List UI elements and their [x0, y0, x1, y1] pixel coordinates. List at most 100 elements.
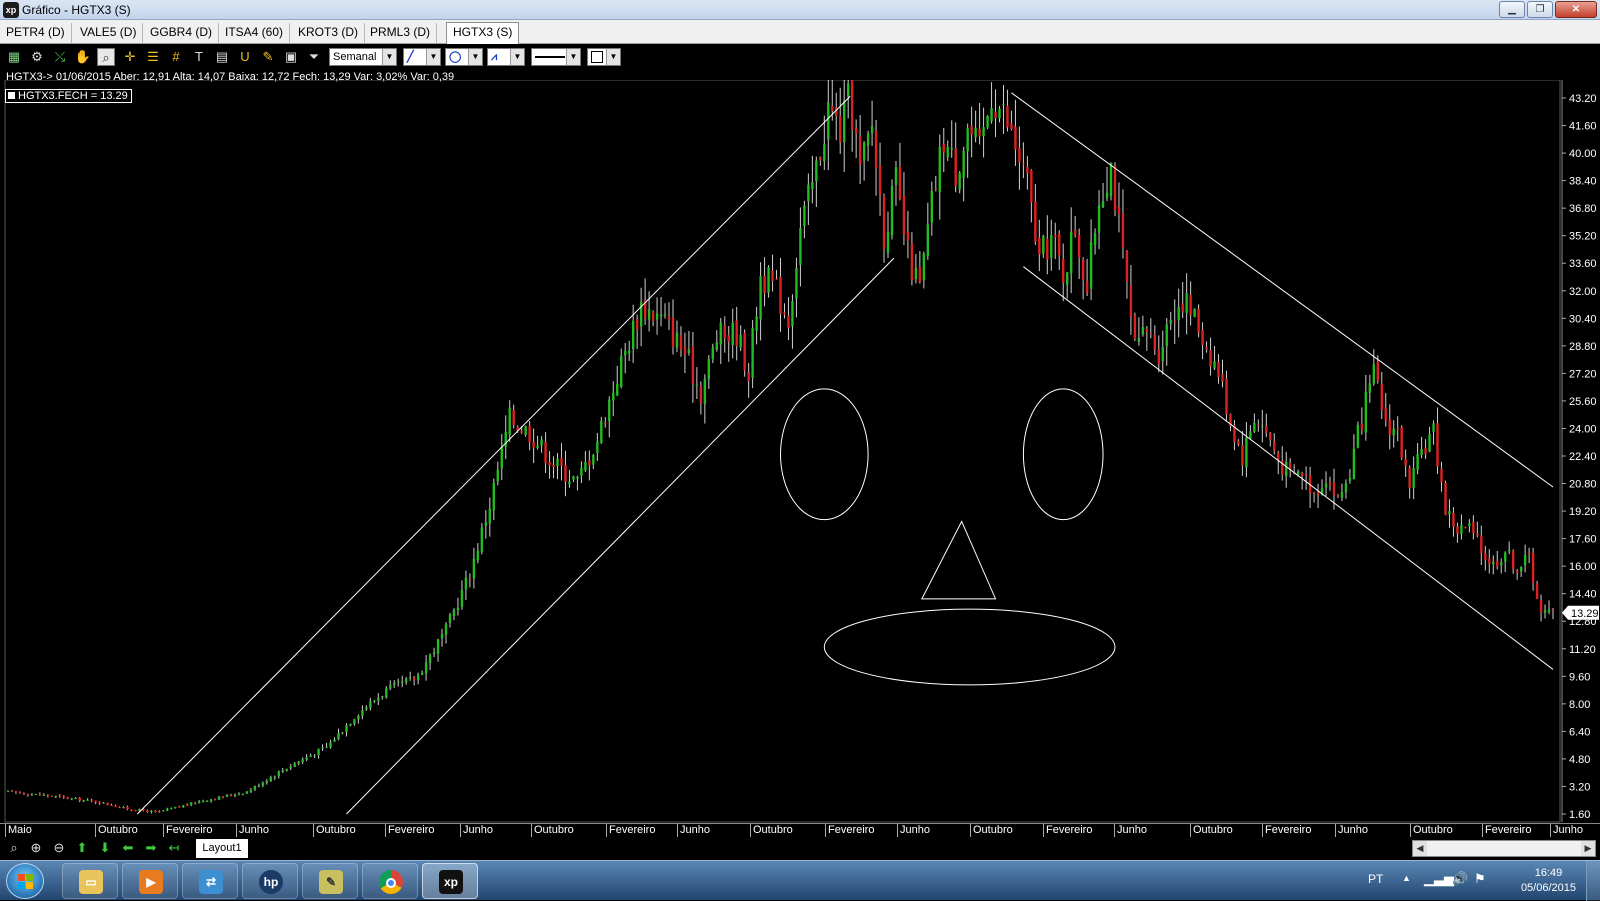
y-tick-label: 27.20 [1569, 368, 1597, 380]
shape-tool-select[interactable]: ◯ ▼ [445, 48, 483, 66]
candle-body [882, 196, 886, 249]
candle-body [361, 710, 364, 716]
candle-body [596, 441, 599, 454]
signal-icon[interactable]: ▁▃▅ [1424, 871, 1454, 887]
channel-tool-select[interactable]: ⩘ ▼ [487, 48, 525, 66]
crosshair-icon[interactable]: ✛ [121, 48, 139, 66]
zoom-out-icon[interactable]: ⊖ [50, 840, 68, 856]
pan-hand-icon[interactable]: ✋ [74, 48, 92, 66]
period-select[interactable]: Semanal ▼ [329, 48, 397, 66]
y-tick-label: 20.80 [1569, 479, 1597, 491]
filter-icon[interactable]: ⏷ [305, 48, 323, 66]
candle-body [1452, 512, 1455, 527]
candle-body [930, 191, 934, 223]
magnifier-icon[interactable]: ⌕ [97, 48, 115, 66]
scroll-left-icon[interactable]: ◀ [1413, 841, 1427, 856]
candle-body [1193, 308, 1196, 318]
tab-prml3[interactable]: PRML3 (D) [364, 23, 438, 43]
candle-body [496, 469, 499, 482]
zoom-in-icon[interactable]: ⊕ [27, 840, 45, 856]
y-tick-label: 41.60 [1569, 121, 1597, 133]
candle-body [389, 684, 392, 689]
channel-tool-icon: ⩘ [491, 51, 498, 63]
line-tool-select[interactable]: ╱ ▼ [403, 48, 441, 66]
fibonacci-icon[interactable]: ☰ [144, 48, 162, 66]
candle-body [1388, 419, 1391, 436]
candle-body [1547, 609, 1551, 612]
y-tick-label: 22.40 [1569, 451, 1597, 463]
taskbar-chrome[interactable] [362, 863, 418, 899]
tab-ggbr4[interactable]: GGBR4 (D) [144, 23, 220, 43]
candle-body [1121, 213, 1125, 248]
arrow-up-icon[interactable]: ⬆ [73, 840, 91, 856]
candle-body [1109, 162, 1113, 197]
scroll-right-icon[interactable]: ▶ [1581, 841, 1595, 856]
layout-tab[interactable]: Layout1 [196, 839, 248, 858]
action-center-icon[interactable]: ⚑ [1474, 871, 1486, 887]
arrow-down-icon[interactable]: ⬇ [96, 840, 114, 856]
candle-body [1241, 445, 1244, 466]
candle-body [990, 108, 993, 122]
candle-body [337, 733, 340, 740]
zoom-icon[interactable]: ⌕ [5, 840, 23, 856]
calculator-icon[interactable]: ▤ [213, 48, 231, 66]
horizontal-scrollbar[interactable]: ◀ ▶ [1412, 840, 1596, 857]
price-chart[interactable]: 43.20 41.60 40.00 38.40 36.80 35.20 33.60 32.00… [0, 80, 1600, 823]
candle-body [492, 482, 495, 511]
candle-body [341, 732, 344, 734]
eraser-icon[interactable]: ✎ [259, 48, 277, 66]
grid-icon[interactable]: # [167, 48, 185, 66]
y-tick-label: 19.20 [1569, 506, 1597, 518]
candle-body [1472, 521, 1475, 533]
line-tool-icon: ╱ [407, 51, 414, 63]
candle-body [1113, 166, 1117, 211]
candle-body [1432, 423, 1435, 432]
candle-body [512, 410, 515, 425]
candle-body [134, 810, 137, 812]
close-button[interactable]: ✕ [1555, 1, 1597, 18]
candle-body [962, 150, 965, 178]
language-indicator[interactable]: PT [1368, 872, 1383, 886]
arrow-left-icon[interactable]: ⬅ [119, 840, 137, 856]
taskbar-xp-app[interactable]: xp [422, 863, 478, 899]
candle-body [819, 157, 822, 161]
show-desktop-button[interactable] [1586, 861, 1600, 901]
arrow-right-icon[interactable]: ➡ [142, 840, 160, 856]
volume-icon[interactable]: 🔊 [1452, 871, 1468, 887]
candle-body [22, 792, 26, 795]
tray-expand-icon[interactable]: ▲ [1402, 873, 1411, 883]
taskbar-explorer[interactable]: ▭ [62, 863, 118, 899]
candle-body [616, 383, 619, 396]
taskbar-notepad[interactable]: ✎ [302, 863, 358, 899]
indicator-icon[interactable]: ⤯ [51, 48, 69, 66]
magnet-icon[interactable]: U [236, 48, 254, 66]
tab-krot3[interactable]: KROT3 (D) [292, 23, 365, 43]
settings-gear-icon[interactable]: ⚙ [28, 48, 46, 66]
series-legend: HGTX3.FECH = 13.29 [5, 89, 132, 103]
tab-itsa4[interactable]: ITSA4 (60) [219, 23, 291, 43]
lock-icon[interactable]: ▣ [282, 48, 300, 66]
chart-type-icon[interactable]: ▦ [5, 48, 23, 66]
candle-body [277, 771, 280, 777]
color-select[interactable]: ▼ [587, 48, 621, 66]
candle-body [1117, 206, 1121, 215]
tab-vale5[interactable]: VALE5 (D) [74, 23, 144, 43]
arrow-left-end-icon[interactable]: ↤ [165, 840, 183, 856]
minimize-button[interactable]: ▁ [1499, 1, 1525, 18]
taskbar-clock[interactable]: 16:49 05/06/2015 [1521, 866, 1576, 896]
taskbar-media-player[interactable]: ▶ [122, 863, 178, 899]
candle-body [568, 481, 571, 485]
text-icon[interactable]: T [190, 48, 208, 66]
candle-body [221, 796, 225, 798]
start-button[interactable] [6, 863, 44, 899]
restore-button[interactable]: ❐ [1527, 1, 1553, 18]
candle-body [357, 715, 360, 720]
candle-body [1217, 361, 1220, 377]
taskbar-network[interactable]: ⇄ [182, 863, 238, 899]
candle-body [436, 639, 440, 654]
candle-body [659, 314, 663, 317]
tab-hgtx3[interactable]: HGTX3 (S) [446, 22, 520, 44]
taskbar-hp[interactable]: hp [242, 863, 298, 899]
tab-petr4[interactable]: PETR4 (D) [0, 23, 72, 43]
line-style-select[interactable]: ▼ [531, 48, 581, 66]
